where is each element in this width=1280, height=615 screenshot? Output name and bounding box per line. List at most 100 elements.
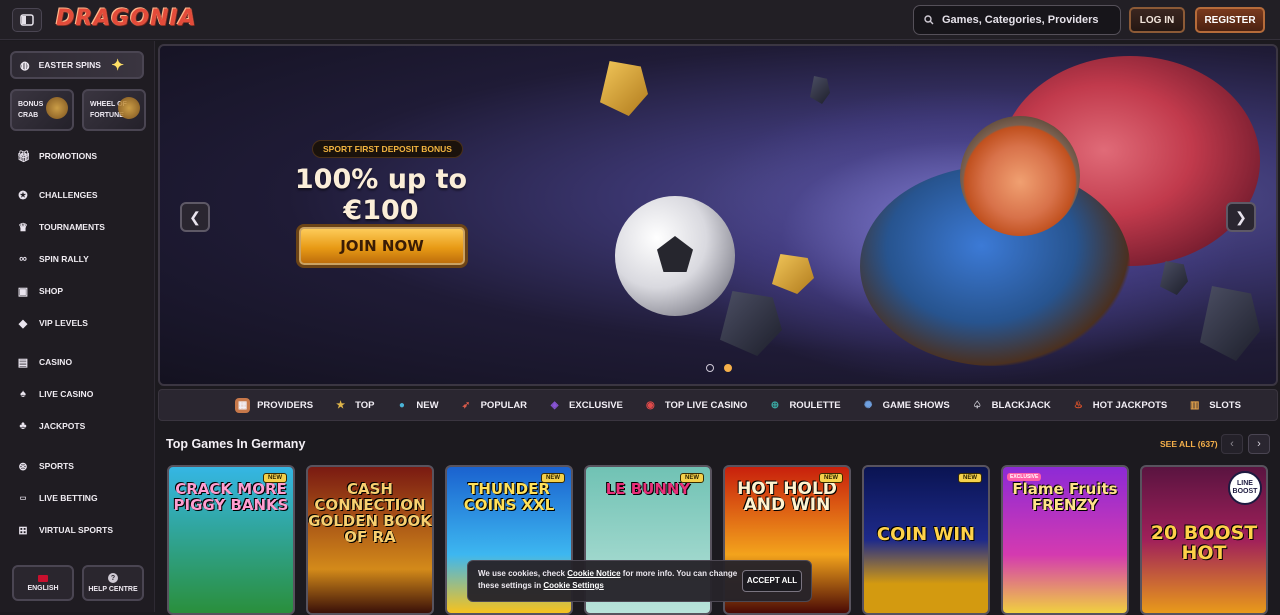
sidebar-item-label: PROMOTIONS [39, 151, 98, 161]
game-badge: NEW [958, 473, 982, 483]
tab-popular[interactable]: ➶ POPULAR [459, 398, 527, 413]
sidebar-item-label: TOURNAMENTS [39, 222, 105, 232]
search-input[interactable] [942, 14, 1112, 26]
cookie-notice-link[interactable]: Cookie Notice [567, 569, 620, 578]
sidebar-item-promotions[interactable]: 🎁︎ PROMOTIONS [17, 146, 97, 166]
hero-prev-button[interactable]: ❮ [180, 202, 210, 232]
carousel-dot-active[interactable] [724, 364, 732, 372]
bonus-crab-tile[interactable]: BONUS CRAB [10, 89, 74, 131]
globe-icon: ◍ [20, 59, 30, 72]
top-bar: DRAGONIA LOG IN REGISTER [0, 0, 1280, 40]
trophy-icon: ♛ [18, 221, 28, 234]
search-icon [924, 15, 934, 25]
cookie-text: these settings in [478, 581, 544, 590]
chevron-right-icon: › [1257, 438, 1261, 450]
tab-providers[interactable]: ▦ PROVIDERS [235, 397, 313, 413]
sidebar-item-live-betting[interactable]: ▭ LIVE BETTING [17, 488, 98, 508]
gold-rock [600, 61, 648, 116]
sidebar-item-casino[interactable]: ▤ CASINO [17, 352, 72, 372]
sidebar-item-label: LIVE CASINO [39, 389, 94, 399]
category-label: ROULETTE [789, 399, 841, 411]
tab-roulette[interactable]: ⊕ ROULETTE [767, 398, 841, 413]
sidebar-item-spin-rally[interactable]: ∞ SPIN RALLY [17, 249, 89, 269]
tab-slots[interactable]: ▥ SLOTS [1187, 398, 1241, 413]
sidebar-item-tournaments[interactable]: ♛ TOURNAMENTS [17, 217, 105, 237]
easter-spins-label: EASTER SPINS [38, 60, 101, 70]
cookie-banner: We use cookies, check Cookie Notice for … [467, 560, 812, 602]
cookie-text: for more info. You can change [620, 569, 738, 578]
sidebar-item-live-casino[interactable]: ♠ LIVE CASINO [17, 384, 93, 404]
game-badge: NEW [819, 473, 843, 483]
medal-icon: ✪ [18, 189, 28, 202]
sidebar-item-label: SPIN RALLY [39, 254, 89, 264]
tab-top-live-casino[interactable]: ◉ TOP LIVE CASINO [643, 398, 747, 413]
sidebar-item-shop[interactable]: ▣ SHOP [17, 281, 63, 301]
wheel-icon: ✺ [863, 399, 873, 411]
sidebar-item-jackpots[interactable]: ♣ JACKPOTS [17, 416, 85, 436]
game-title: CRACK MORE PIGGY BANKS [173, 480, 289, 514]
language-button[interactable]: ENGLISH [12, 565, 74, 601]
game-badge: NEW [541, 473, 565, 483]
see-all-link[interactable]: SEE ALL (637) [1160, 439, 1218, 449]
category-label: NEW [416, 399, 439, 411]
tab-blackjack[interactable]: ♤ BLACKJACK [970, 398, 1051, 413]
crystal-icon: ◈ [550, 399, 559, 411]
hero-banner[interactable]: SPORT FIRST DEPOSIT BONUS 100% up to €10… [158, 44, 1278, 386]
sidebar-item-label: JACKPOTS [39, 421, 86, 431]
ball-icon: ⊛ [18, 460, 28, 473]
search-box[interactable] [913, 5, 1121, 35]
game-card[interactable]: CASH CONNECTION GOLDEN BOOK OF RA [306, 465, 434, 615]
help-centre-button[interactable]: ? HELP CENTRE [82, 565, 144, 601]
tab-exclusive[interactable]: ◈ EXCLUSIVE [547, 398, 623, 413]
game-card[interactable]: COIN WIN NEW [862, 465, 990, 615]
flag-icon [38, 574, 48, 582]
register-button[interactable]: REGISTER [1195, 7, 1265, 33]
game-card[interactable]: CRACK MORE PIGGY BANKS NEW [167, 465, 295, 615]
cookie-settings-link[interactable]: Cookie Settings [543, 581, 603, 590]
tab-new[interactable]: ● NEW [394, 398, 439, 413]
game-title: COIN WIN [876, 524, 976, 545]
login-button[interactable]: LOG IN [1129, 7, 1185, 33]
rocket-icon: ➶ [461, 399, 471, 411]
games-prev-button[interactable]: ‹ [1221, 434, 1243, 454]
sidebar-item-label: CHALLENGES [39, 190, 98, 200]
game-title: Flame Fruits FRENZY [1012, 480, 1118, 514]
slots-icon: ▥ [1190, 399, 1200, 411]
wheel-of-fortune-tile[interactable]: WHEEL OF FORTUNE [82, 89, 146, 131]
game-title: 20 BOOST HOT [1150, 522, 1258, 564]
hero-next-button[interactable]: ❯ [1226, 202, 1256, 232]
carousel-dot[interactable] [706, 364, 714, 372]
sidebar-item-vip-levels[interactable]: ◆ VIP LEVELS [17, 313, 88, 333]
carousel-dots [706, 364, 732, 372]
tab-hot-jackpots[interactable]: ♨ HOT JACKPOTS [1071, 398, 1167, 413]
crab-icon [46, 97, 68, 119]
sidebar-item-label: VIRTUAL SPORTS [39, 525, 113, 535]
accept-all-button[interactable]: ACCEPT ALL [742, 570, 802, 592]
sidebar: ◍ EASTER SPINS ✦ BONUS CRAB WHEEL OF FOR… [0, 41, 155, 612]
sidebar-toggle-button[interactable] [12, 8, 42, 32]
game-card[interactable]: EXCLUSIVE Flame Fruits FRENZY [1001, 465, 1129, 615]
chevron-right-icon: ❯ [1235, 208, 1247, 225]
sidebar-item-sports[interactable]: ⊛ SPORTS [17, 456, 74, 476]
game-title: CASH CONNECTION GOLDEN BOOK OF RA [308, 480, 432, 546]
star-icon: ★ [336, 399, 346, 411]
logo[interactable]: DRAGONIA [56, 6, 197, 31]
cards-icon: ♠ [20, 388, 26, 400]
join-now-button[interactable]: JOIN NOW [296, 224, 468, 268]
sidebar-item-challenges[interactable]: ✪ CHALLENGES [17, 185, 98, 205]
sidebar-item-label: SHOP [39, 286, 64, 296]
tab-game-shows[interactable]: ✺ GAME SHOWS [861, 398, 950, 413]
sparkle-icon: ✦ [111, 57, 124, 74]
category-label: GAME SHOWS [882, 399, 950, 411]
games-next-button[interactable]: › [1248, 434, 1270, 454]
soccer-ball-illustration [615, 196, 735, 316]
game-card[interactable]: LINE BOOST 20 BOOST HOT [1140, 465, 1268, 615]
chevron-left-icon: ❮ [189, 208, 201, 225]
sidebar-item-virtual-sports[interactable]: ⊞ VIRTUAL SPORTS [17, 520, 113, 540]
easter-spins-button[interactable]: ◍ EASTER SPINS ✦ [10, 51, 144, 79]
game-title: THUNDER COINS XXL [463, 480, 555, 514]
rally-icon: ∞ [19, 253, 27, 265]
question-icon: ? [108, 573, 118, 583]
gift-icon: 🎁︎ [17, 150, 31, 163]
tab-top[interactable]: ★ TOP [333, 398, 374, 413]
